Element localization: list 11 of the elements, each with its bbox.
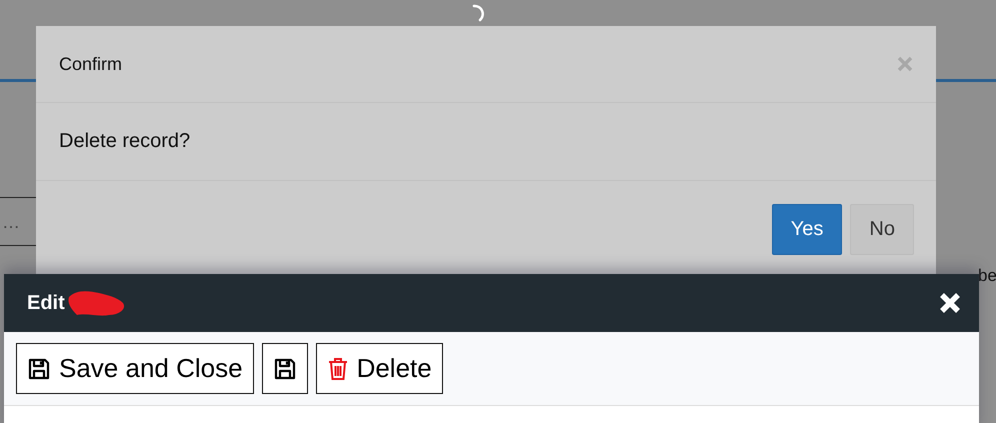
dialog-message: Delete record? bbox=[59, 130, 190, 153]
cancel-button[interactable]: No bbox=[850, 204, 914, 255]
delete-button[interactable]: Delete bbox=[316, 343, 443, 394]
confirm-button[interactable]: Yes bbox=[772, 204, 842, 255]
heading-text: be bbox=[978, 266, 996, 286]
field-value: … bbox=[2, 212, 20, 233]
save-button[interactable] bbox=[262, 343, 308, 394]
save-button[interactable]: Save and Close bbox=[16, 343, 254, 394]
trash-icon bbox=[326, 356, 349, 380]
panel-title: Edit bbox=[27, 292, 65, 314]
dialog-title: Confirm bbox=[59, 54, 122, 74]
